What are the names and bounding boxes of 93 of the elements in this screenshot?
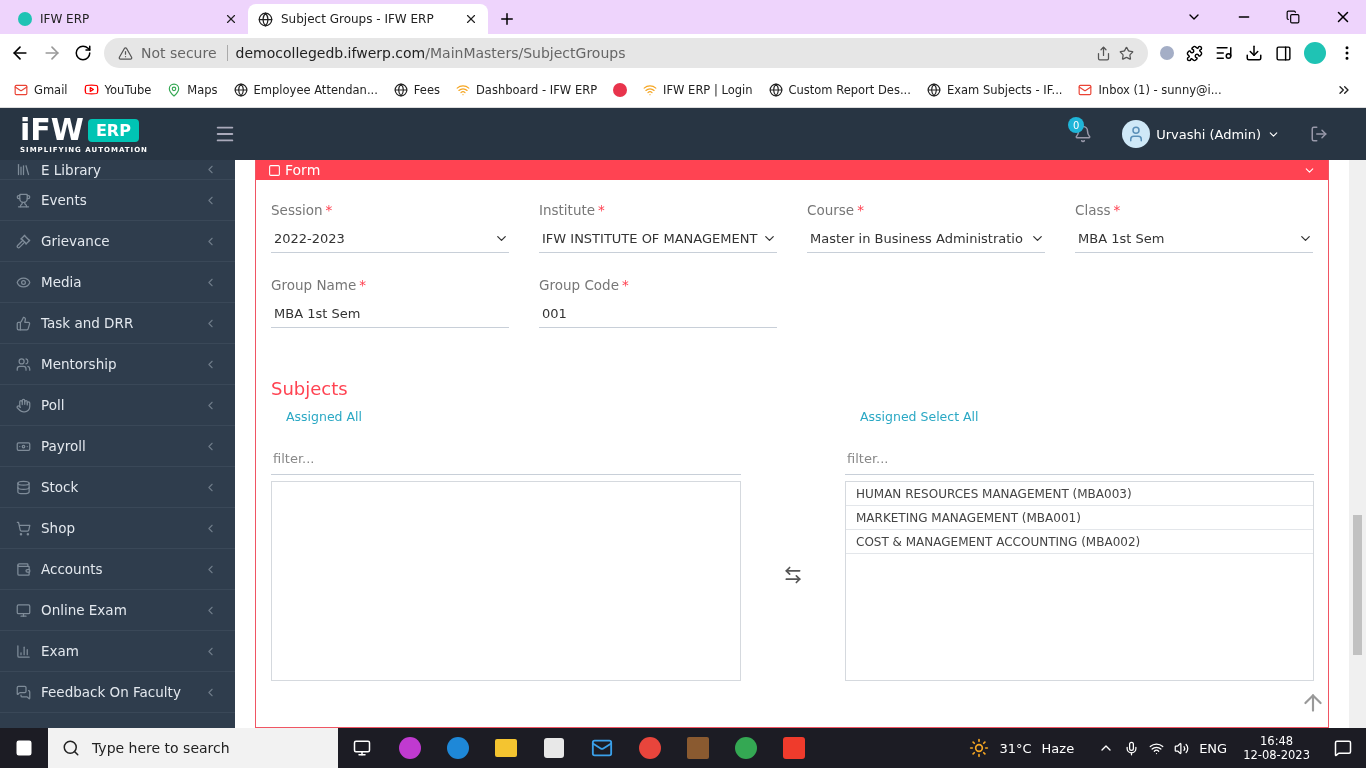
wifi-icon[interactable] — [1149, 740, 1165, 756]
address-bar[interactable]: Not secure democollegedb.ifwerp.com/MainMasters/SubjectGroups — [104, 38, 1148, 68]
bookmark[interactable]: Custom Report Des... — [768, 82, 911, 97]
user-menu[interactable]: Urvashi (Admin) — [1122, 120, 1280, 148]
language[interactable]: ENG — [1199, 740, 1228, 756]
globe-icon — [258, 11, 273, 27]
bookmark[interactable]: Dashboard - IFW ERP — [456, 82, 598, 97]
bookmark[interactable]: Maps — [167, 82, 218, 97]
new-tab-icon[interactable] — [498, 10, 516, 28]
bookmark[interactable] — [613, 82, 628, 97]
weather: Haze — [1041, 740, 1075, 756]
url-text: democollegedb.ifwerp.com/MainMasters/SubjectGroups — [235, 45, 627, 61]
close-icon[interactable] — [464, 12, 478, 26]
speaker-icon[interactable] — [1174, 740, 1190, 756]
bookmark[interactable]: Exam Subjects - IF... — [926, 82, 1063, 97]
field-label: Group Name * — [271, 277, 367, 293]
sun-icon — [969, 738, 990, 758]
subject-item[interactable]: COST & MANAGEMENT ACCOUNTING (MBA002) — [846, 530, 1313, 554]
cart-icon — [16, 520, 31, 536]
subject-item[interactable]: HUMAN RESOURCES MANAGEMENT (MBA003) — [846, 482, 1313, 506]
mail-icon[interactable] — [591, 737, 613, 759]
puzzle-icon[interactable] — [1186, 44, 1203, 62]
dropdown[interactable]: Master in Business Administratio — [807, 224, 1045, 253]
security-label: Not secure — [141, 45, 228, 61]
scrollbar[interactable] — [1349, 160, 1366, 728]
reload-icon[interactable] — [74, 44, 92, 62]
media-icon[interactable] — [1215, 44, 1233, 62]
bookmark[interactable]: Inbox (1) - sunny@i... — [1078, 82, 1222, 97]
bookmark[interactable]: IFW ERP | Login — [643, 82, 753, 97]
notification-count: 0 — [1068, 117, 1085, 133]
browser-tab[interactable]: Subject Groups - IFW ERP — [248, 4, 488, 34]
app-icon[interactable] — [399, 737, 421, 759]
avatar-icon — [1122, 120, 1151, 148]
clock[interactable]: 16:48 12-08-2023 — [1243, 734, 1310, 762]
field-label: Course * — [807, 202, 865, 218]
circle-icon — [613, 82, 628, 97]
mail-icon — [1078, 82, 1093, 97]
warning-icon — [118, 45, 133, 61]
thumbs-up-icon — [16, 315, 31, 331]
section-title: Subjects — [271, 378, 349, 399]
monitor-icon — [16, 602, 31, 618]
logout-icon[interactable] — [1310, 125, 1328, 143]
mic-icon[interactable] — [1124, 740, 1140, 756]
field-label: Class * — [1075, 202, 1122, 218]
mail-icon — [14, 82, 28, 97]
eye-icon — [16, 274, 31, 290]
books-icon — [16, 162, 31, 177]
task-view-icon[interactable] — [353, 739, 371, 757]
notification-icon[interactable] — [1334, 739, 1352, 757]
bookmark[interactable]: Employee Attendan... — [233, 82, 378, 97]
square-icon — [268, 163, 281, 177]
input-field[interactable]: MBA 1st Sem — [271, 299, 509, 328]
temperature: 31°C — [999, 740, 1032, 756]
dropdown[interactable]: 2022-2023 — [271, 224, 509, 253]
gavel-icon — [16, 233, 31, 249]
wallet-icon — [16, 561, 31, 577]
globe-icon — [926, 82, 941, 97]
globe-icon — [768, 82, 783, 97]
chat-icon — [16, 684, 31, 700]
globe-icon — [233, 82, 248, 97]
search-icon — [62, 739, 80, 757]
input-field[interactable]: 001 — [539, 299, 777, 328]
waves-icon — [456, 82, 470, 97]
map-pin-icon — [167, 82, 182, 97]
sidebar-item[interactable]: E Library — [0, 160, 235, 180]
download-icon[interactable] — [1245, 44, 1263, 62]
side-panel-icon[interactable] — [1275, 44, 1292, 62]
app-icon — [18, 12, 32, 26]
globe-icon — [393, 82, 408, 97]
bar-chart-icon — [16, 643, 31, 659]
browser-tab[interactable]: IFW ERP — [8, 4, 248, 34]
hand-icon — [16, 397, 31, 413]
share-icon[interactable] — [1096, 45, 1111, 61]
field-label: Institute * — [539, 202, 606, 218]
swap-arrows-icon[interactable] — [783, 565, 803, 585]
dropdown[interactable]: MBA 1st Sem — [1075, 224, 1313, 253]
close-icon[interactable] — [224, 12, 238, 26]
taskbar-search[interactable]: Type here to search — [48, 728, 338, 768]
restore-icon[interactable] — [1286, 10, 1300, 24]
panel-title: Form — [285, 162, 321, 178]
dropdown[interactable]: IFW INSTITUTE OF MANAGEMENT — [539, 224, 777, 253]
trophy-icon — [16, 192, 31, 208]
waves-icon — [643, 82, 658, 97]
play-icon — [83, 82, 99, 97]
field-label: Group Code * — [539, 277, 630, 293]
users-icon — [16, 356, 31, 372]
field-label: Session * — [271, 202, 334, 218]
subject-item[interactable]: MARKETING MANAGEMENT (MBA001) — [846, 506, 1313, 530]
bookmark[interactable]: YouTube — [83, 82, 152, 97]
database-icon — [16, 479, 31, 495]
bookmark[interactable]: Gmail — [14, 82, 68, 97]
bookmark[interactable]: Fees — [393, 82, 440, 97]
star-icon[interactable] — [1119, 45, 1134, 61]
